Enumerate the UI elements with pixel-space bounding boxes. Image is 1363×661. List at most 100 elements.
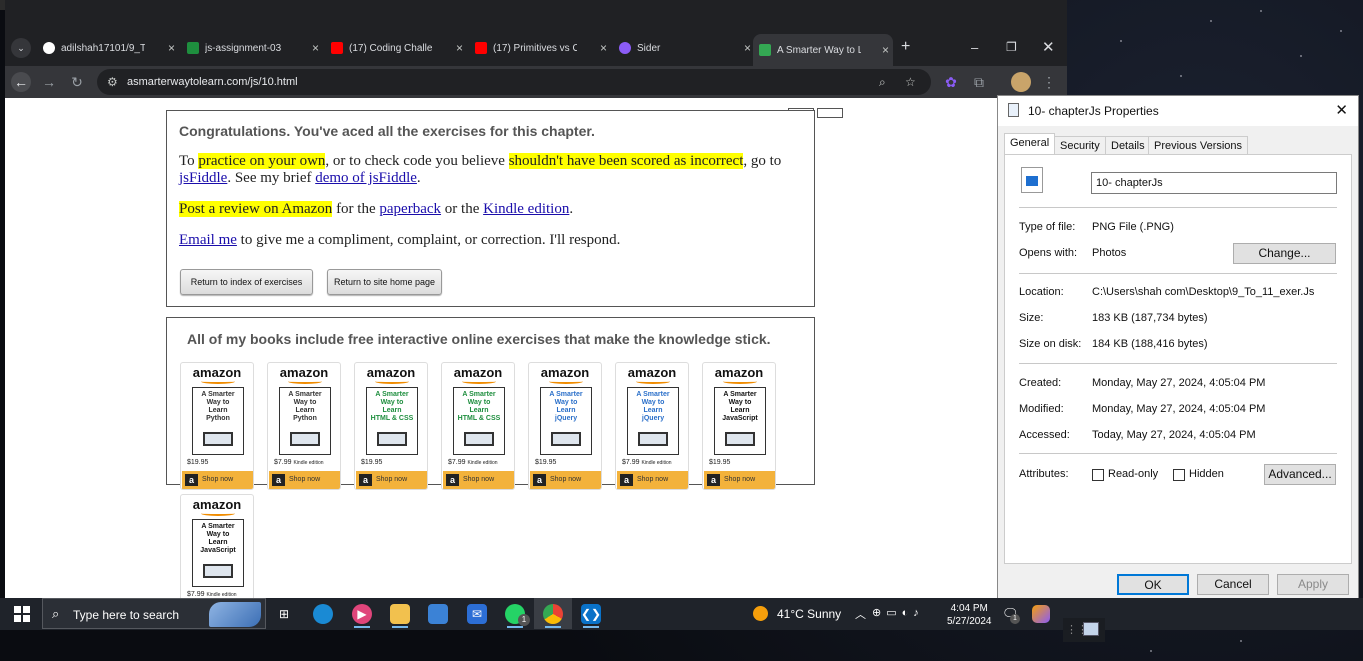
chevron-up-icon[interactable]: ︿: [855, 606, 866, 622]
profile-avatar[interactable]: [1011, 72, 1031, 92]
tab-general[interactable]: General: [1004, 133, 1056, 155]
jsfiddle-link[interactable]: jsFiddle: [179, 170, 227, 186]
close-icon[interactable]: ×: [312, 41, 319, 55]
book-card[interactable]: amazon A Smarter Way to Learn JavaScript $…: [180, 494, 254, 600]
zoom-icon[interactable]: ⌕: [879, 75, 886, 90]
new-tab-button[interactable]: +: [901, 38, 910, 56]
tab-previous-versions[interactable]: Previous Versions: [1148, 136, 1249, 155]
sider-extension-icon[interactable]: ✿: [941, 72, 961, 92]
ok-button[interactable]: OK: [1117, 574, 1189, 595]
tab-label: (17) Primitives vs Objects: [493, 42, 577, 54]
sider-icon: [619, 42, 631, 54]
tab-youtube-2[interactable]: (17) Primitives vs Objects ×: [469, 36, 611, 60]
weather-text[interactable]: 41°C Sunny: [777, 607, 841, 621]
email-me-link[interactable]: Email me: [179, 232, 237, 248]
media-player-icon[interactable]: ▶: [352, 604, 372, 624]
desktop-icon-strip[interactable]: ⋮⋮: [1063, 618, 1105, 642]
shop-now-button[interactable]: a Shop now: [704, 471, 775, 489]
url-text: asmarterwaytolearn.com/js/10.html: [127, 76, 298, 88]
change-button[interactable]: Change...: [1233, 243, 1336, 264]
apply-button[interactable]: Apply: [1277, 574, 1349, 595]
readonly-checkbox[interactable]: [1092, 469, 1104, 481]
file-name-input[interactable]: 10- chapterJs: [1091, 172, 1337, 194]
running-indicator: [507, 626, 523, 628]
close-window-button[interactable]: ✕: [1042, 38, 1055, 56]
shop-now-button[interactable]: a Shop now: [182, 471, 253, 489]
restore-button[interactable]: ❐: [1006, 40, 1017, 54]
book-card[interactable]: amazon A Smarter Way to Learn HTML & CSS $…: [441, 362, 515, 490]
amazon-a-icon: a: [185, 474, 198, 486]
divider: [1019, 453, 1337, 454]
text: , or to check code you believe: [325, 153, 509, 169]
amazon-logo: amazon: [192, 365, 242, 380]
extensions-icon[interactable]: ⧉: [969, 72, 989, 92]
classroom-icon: [187, 42, 199, 54]
close-icon[interactable]: ×: [456, 41, 463, 55]
tab-github[interactable]: adilshah17101/9_To_11_exer.Js ×: [37, 36, 179, 60]
task-view-icon[interactable]: ⊞: [274, 604, 294, 624]
taskbar-search[interactable]: ⌕ Type here to search: [42, 598, 266, 629]
book-title: A Smarter Way to Learn Python: [201, 391, 235, 422]
store-icon[interactable]: [428, 604, 448, 624]
book-cover: A Smarter Way to Learn JavaScript: [192, 519, 244, 587]
paperback-link[interactable]: paperback: [379, 201, 441, 217]
book-cover: A Smarter Way to Learn jQuery: [627, 387, 679, 455]
hidden-checkbox[interactable]: [1173, 469, 1185, 481]
book-price: $7.99 Kindle edition: [187, 591, 237, 598]
shop-now-button[interactable]: a Shop now: [269, 471, 340, 489]
tray-icons[interactable]: ⊕▭◐♪: [872, 606, 924, 619]
shop-now-button[interactable]: a Shop now: [443, 471, 514, 489]
tab-details[interactable]: Details: [1105, 136, 1151, 155]
bookmark-star-icon[interactable]: ☆: [905, 75, 916, 89]
highlight: Post a review on Amazon: [179, 201, 333, 217]
dialog-titlebar: 10- chapterJs Properties ✕: [998, 96, 1358, 126]
clock[interactable]: 4:04 PM 5/27/2024: [947, 602, 992, 628]
close-icon[interactable]: ×: [168, 41, 175, 55]
minimize-button[interactable]: –: [971, 40, 978, 55]
book-card[interactable]: amazon A Smarter Way to Learn JavaScript $…: [702, 362, 776, 490]
book-price: $7.99 Kindle edition: [622, 459, 672, 466]
close-icon[interactable]: ×: [882, 43, 889, 57]
site-info-icon[interactable]: ⚙: [107, 75, 118, 89]
kindle-edition-link[interactable]: Kindle edition: [483, 201, 569, 217]
return-to-home-button[interactable]: Return to site home page: [327, 269, 442, 295]
close-icon[interactable]: ×: [744, 41, 751, 55]
book-card[interactable]: amazon A Smarter Way to Learn jQuery $7.99…: [615, 362, 689, 490]
readonly-label: Read-only: [1108, 468, 1159, 480]
windows-start-icon[interactable]: [14, 606, 30, 622]
book-card[interactable]: amazon A Smarter Way to Learn jQuery $19.9…: [528, 362, 602, 490]
close-icon[interactable]: ✕: [1335, 101, 1348, 119]
return-to-index-button[interactable]: Return to index of exercises: [180, 269, 313, 295]
tab-asmarterway[interactable]: A Smarter Way to Learn ×: [753, 34, 893, 66]
tab-label: Sider: [637, 42, 661, 54]
tab-sider[interactable]: Sider ×: [613, 36, 755, 60]
tab-youtube-1[interactable]: (17) Coding Challenge ×: [325, 36, 467, 60]
shop-now-button[interactable]: a Shop now: [356, 471, 427, 489]
book-card[interactable]: amazon A Smarter Way to Learn Python $7.99…: [267, 362, 341, 490]
vscode-icon[interactable]: ❮❯: [581, 604, 601, 624]
close-icon[interactable]: ×: [600, 41, 607, 55]
asmarterway-icon: [759, 44, 771, 56]
shop-now-button[interactable]: a Shop now: [530, 471, 601, 489]
copilot-icon[interactable]: [1032, 605, 1050, 623]
advanced-button[interactable]: Advanced...: [1264, 464, 1336, 485]
back-button[interactable]: ←: [11, 72, 31, 92]
cancel-button[interactable]: Cancel: [1197, 574, 1269, 595]
jsfiddle-demo-link[interactable]: demo of jsFiddle: [315, 170, 417, 186]
mail-icon[interactable]: ✉: [467, 604, 487, 624]
chrome-icon[interactable]: [543, 604, 563, 624]
book-card[interactable]: amazon A Smarter Way to Learn HTML & CSS $…: [354, 362, 428, 490]
tab-search-button[interactable]: ⌄: [11, 38, 31, 58]
price: $19.95: [709, 459, 731, 466]
forward-button[interactable]: →: [39, 72, 59, 92]
tab-security[interactable]: Security: [1054, 136, 1106, 155]
edge-icon[interactable]: [313, 604, 333, 624]
amazon-a-icon: a: [707, 474, 720, 486]
address-bar[interactable]: ⚙ asmarterwaytolearn.com/js/10.html ⌕ ☆: [97, 69, 931, 95]
tab-assignment[interactable]: js-assignment-03 ×: [181, 36, 323, 60]
book-card[interactable]: amazon A Smarter Way to Learn Python $19.9…: [180, 362, 254, 490]
file-explorer-icon[interactable]: [390, 604, 410, 624]
menu-icon[interactable]: ⋮: [1039, 72, 1059, 92]
reload-button[interactable]: ↻: [67, 72, 87, 92]
shop-now-button[interactable]: a Shop now: [617, 471, 688, 489]
